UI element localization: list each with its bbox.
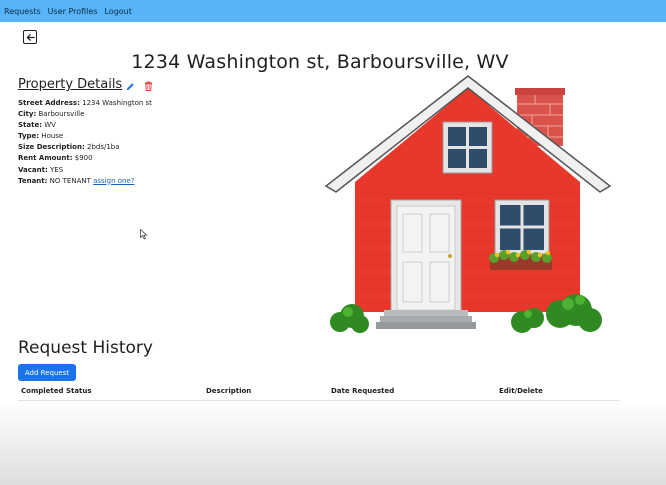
detail-label: City:	[18, 110, 37, 119]
detail-city: City: Barboursville	[18, 109, 152, 120]
mouse-cursor-icon	[140, 229, 148, 240]
property-details-list: Street Address: 1234 Washington st City:…	[18, 98, 152, 187]
detail-value: $900	[72, 154, 93, 163]
page-title: 1234 Washington st, Barboursville, WV	[131, 51, 509, 73]
detail-value: NO TENANT	[47, 176, 94, 185]
bottom-fade-area	[0, 400, 666, 485]
detail-label: Tenant:	[18, 176, 48, 185]
detail-value: Barboursville	[36, 110, 85, 119]
column-edit-delete: Edit/Delete	[499, 387, 543, 395]
assign-tenant-link[interactable]: assign one?	[93, 177, 134, 185]
detail-label: Street Address:	[18, 99, 80, 107]
nav-logout-link[interactable]: Logout	[105, 7, 132, 16]
detail-size-description: Size Description: 2bds/1ba	[18, 142, 152, 153]
detail-street-address: Street Address: 1234 Washington st	[18, 98, 152, 109]
nav-requests-link[interactable]: Requests	[4, 7, 41, 16]
detail-value: WV	[42, 121, 56, 130]
property-details-title: Property Details	[18, 77, 123, 92]
detail-state: State: WV	[18, 120, 152, 131]
detail-label: Vacant:	[18, 165, 48, 174]
column-description: Description	[206, 387, 252, 395]
arrow-left-icon	[26, 33, 35, 41]
detail-label: Size Description:	[18, 143, 85, 152]
column-date-requested: Date Requested	[331, 387, 395, 395]
detail-rent-amount: Rent Amount: $900	[18, 153, 152, 164]
nav-user-profiles-link[interactable]: User Profiles	[48, 7, 98, 16]
detail-type: Type: House	[18, 131, 152, 142]
detail-label: Rent Amount:	[18, 154, 73, 163]
request-history-title: Request History	[18, 338, 153, 358]
detail-value: 1234 Washington st	[79, 99, 152, 107]
top-navbar: Requests User Profiles Logout	[0, 0, 666, 22]
column-completed-status: Completed Status	[21, 387, 92, 395]
detail-value: 2bds/1ba	[84, 143, 120, 152]
house-image	[324, 75, 612, 333]
pencil-icon[interactable]	[126, 82, 135, 91]
request-table-header: Completed Status Description Date Reques…	[18, 385, 620, 401]
trash-icon[interactable]	[144, 81, 153, 91]
add-request-button[interactable]: Add Request	[18, 364, 76, 381]
detail-label: Type:	[18, 132, 40, 141]
detail-value: YES	[47, 165, 64, 174]
detail-value: House	[39, 132, 64, 141]
detail-tenant: Tenant: NO TENANT assign one?	[18, 176, 152, 187]
detail-label: State:	[18, 121, 43, 130]
detail-vacant: Vacant: YES	[18, 165, 152, 176]
back-button[interactable]	[23, 30, 37, 44]
